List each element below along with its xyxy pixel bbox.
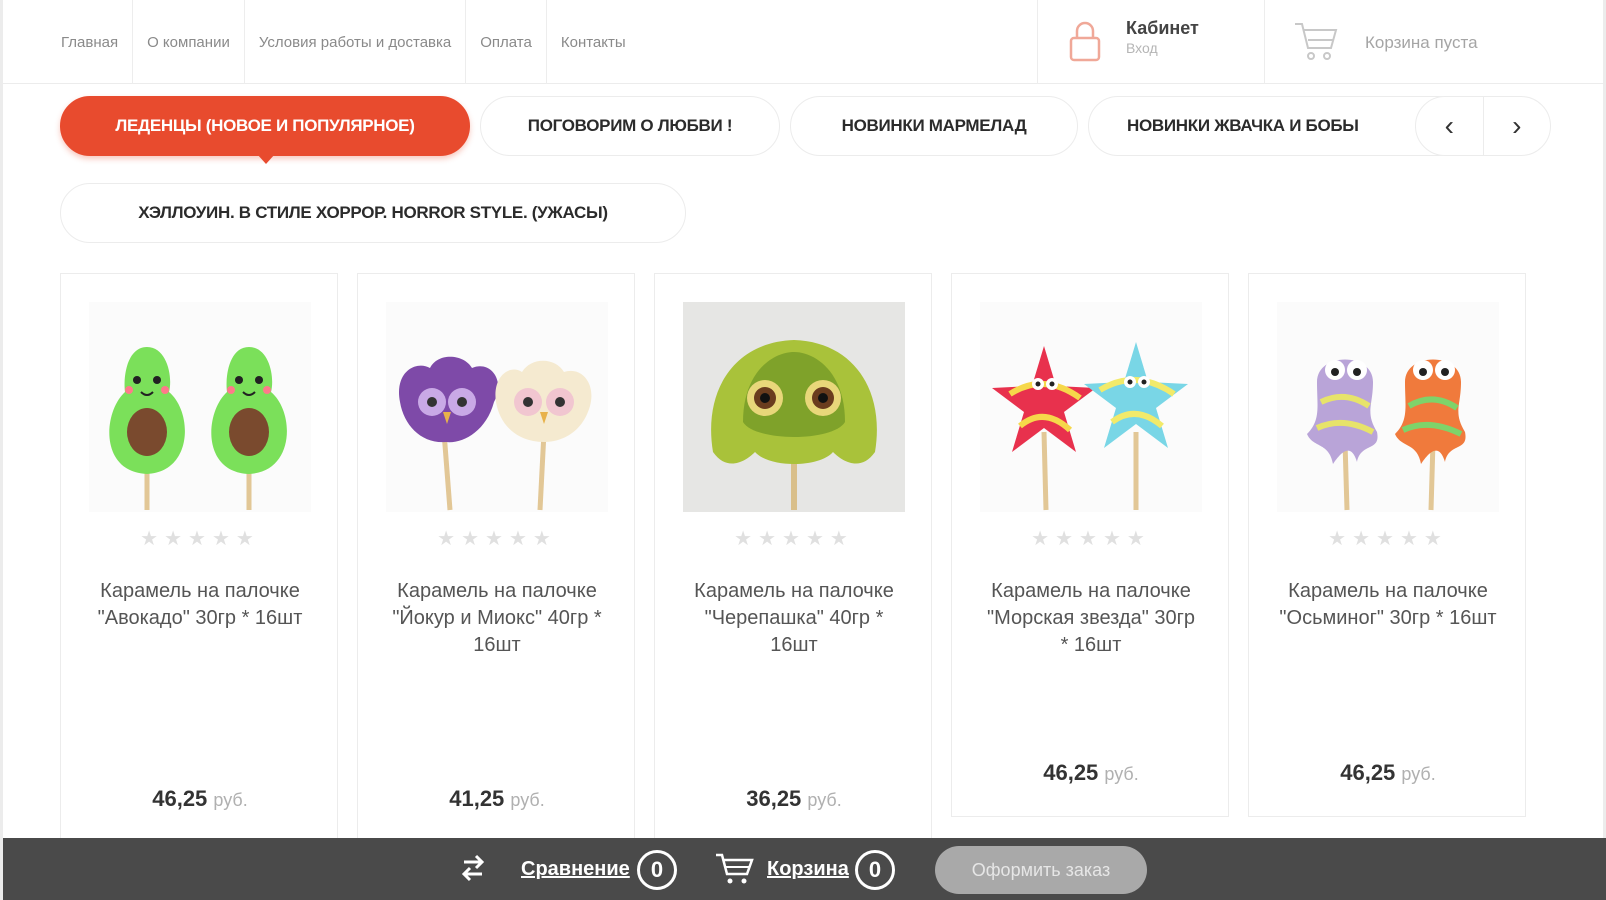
bottom-panel: Сравнение 0 Корзина 0 Оформить заказ — [3, 838, 1606, 900]
category-tabs: ЛЕДЕНЦЫ (НОВОЕ И ПОПУЛЯРНОЕ) ПОГОВОРИМ О… — [60, 96, 1550, 164]
nav-item-payment[interactable]: Оплата — [466, 0, 547, 84]
lock-icon — [1069, 21, 1101, 62]
product-price: 41,25 руб. — [358, 786, 636, 812]
cart-icon[interactable] — [715, 852, 755, 886]
product-name[interactable]: Карамель на палочке "Осьминог" 30гр * 16… — [1279, 578, 1497, 632]
checkout-button[interactable]: Оформить заказ — [935, 846, 1147, 894]
rating-stars[interactable]: ★★★★★ — [61, 526, 339, 551]
price-value: 46,25 — [1043, 760, 1099, 785]
price-currency: руб. — [1104, 764, 1139, 784]
product-name[interactable]: Карамель на палочке "Йокур и Миокс" 40гр… — [388, 578, 606, 659]
tab-new-marmalade[interactable]: НОВИНКИ МАРМЕЛАД — [790, 96, 1078, 156]
login-link[interactable]: Вход — [1126, 40, 1158, 56]
nav-item-contacts[interactable]: Контакты — [547, 0, 640, 84]
page: Главная О компании Условия работы и дост… — [0, 0, 1606, 900]
cart-icon — [1295, 23, 1338, 60]
tab-lollipops[interactable]: ЛЕДЕНЦЫ (НОВОЕ И ПОПУЛЯРНОЕ) — [60, 96, 470, 164]
product-image-turtle[interactable] — [683, 302, 905, 512]
product-price: 46,25 руб. — [952, 760, 1230, 786]
account-link[interactable]: Кабинет Вход — [1037, 0, 1265, 84]
cart-status: Корзина пуста — [1365, 33, 1478, 52]
tabs-scroller: ‹ › — [1415, 96, 1551, 156]
nav-item-delivery[interactable]: Условия работы и доставка — [245, 0, 467, 84]
compare-count: 0 — [637, 850, 677, 890]
tab-love[interactable]: ПОГОВОРИМ О ЛЮБВИ ! — [480, 96, 780, 156]
price-currency: руб. — [807, 790, 842, 810]
product-image-octopus[interactable] — [1277, 302, 1499, 512]
product-card[interactable]: ★★★★★ Карамель на палочке "Йокур и Миокс… — [357, 273, 635, 843]
product-card[interactable]: ★★★★★ Карамель на палочке "Авокадо" 30гр… — [60, 273, 338, 843]
chevron-right-icon[interactable]: › — [1484, 97, 1551, 155]
chevron-left-icon[interactable]: ‹ — [1416, 97, 1484, 155]
product-price: 46,25 руб. — [61, 786, 339, 812]
compare-icon[interactable] — [458, 852, 488, 884]
price-value: 46,25 — [152, 786, 208, 811]
product-name[interactable]: Карамель на палочке "Авокадо" 30гр * 16ш… — [91, 578, 309, 632]
price-value: 41,25 — [449, 786, 505, 811]
price-value: 36,25 — [746, 786, 802, 811]
cart-link[interactable]: Корзина — [767, 858, 849, 881]
product-card[interactable]: ★★★★★ Карамель на палочке "Осьминог" 30г… — [1248, 273, 1526, 817]
price-currency: руб. — [510, 790, 545, 810]
nav-item-about[interactable]: О компании — [133, 0, 245, 84]
rating-stars[interactable]: ★★★★★ — [358, 526, 636, 551]
product-card[interactable]: ★★★★★ Карамель на палочке "Морская звезд… — [951, 273, 1229, 817]
product-name[interactable]: Карамель на палочке "Черепашка" 40гр * 1… — [685, 578, 903, 659]
cart-count: 0 — [855, 850, 895, 890]
site-header: Главная О компании Условия работы и дост… — [3, 0, 1603, 84]
rating-stars[interactable]: ★★★★★ — [1249, 526, 1527, 551]
product-image-avocado[interactable] — [89, 302, 311, 512]
product-image-starfish[interactable] — [980, 302, 1202, 512]
price-currency: руб. — [1401, 764, 1436, 784]
price-value: 46,25 — [1340, 760, 1396, 785]
rating-stars[interactable]: ★★★★★ — [655, 526, 933, 551]
main-nav: Главная О компании Условия работы и дост… — [47, 0, 640, 84]
rating-stars[interactable]: ★★★★★ — [952, 526, 1230, 551]
product-image-owls[interactable] — [386, 302, 608, 512]
product-price: 46,25 руб. — [1249, 760, 1527, 786]
product-card[interactable]: ★★★★★ Карамель на палочке "Черепашка" 40… — [654, 273, 932, 843]
compare-link[interactable]: Сравнение — [521, 858, 630, 881]
tab-new-gum[interactable]: НОВИНКИ ЖВАЧКА И БОБЫ — [1088, 96, 1468, 156]
product-grid: ★★★★★ Карамель на палочке "Авокадо" 30гр… — [60, 273, 1550, 843]
tab-halloween[interactable]: ХЭЛЛОУИН. В СТИЛЕ ХОРРОР. HORROR STYLE. … — [60, 183, 686, 243]
nav-item-home[interactable]: Главная — [47, 0, 134, 84]
product-name[interactable]: Карамель на палочке "Морская звезда" 30г… — [982, 578, 1200, 659]
header-cart[interactable]: Корзина пуста — [1265, 0, 1603, 84]
price-currency: руб. — [213, 790, 248, 810]
product-price: 36,25 руб. — [655, 786, 933, 812]
account-title: Кабинет — [1126, 18, 1199, 38]
